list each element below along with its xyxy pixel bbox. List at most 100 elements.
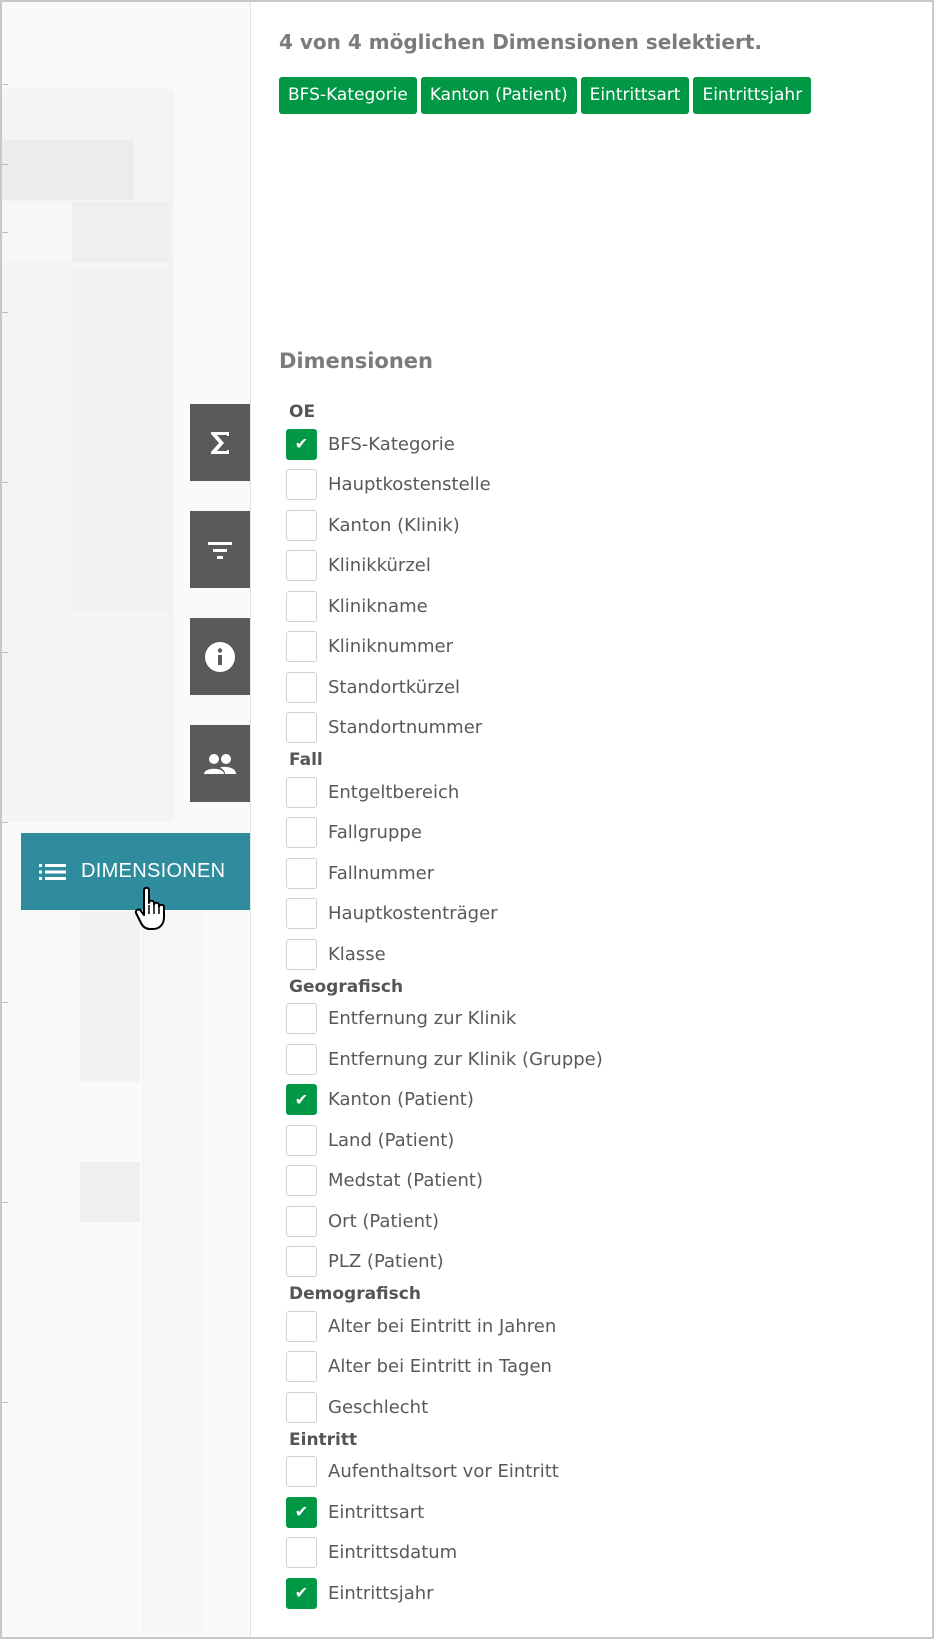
dimension-label: Entfernung zur Klinik xyxy=(328,1008,517,1030)
dimension-checkbox[interactable] xyxy=(286,590,317,622)
users-button[interactable] xyxy=(190,725,250,802)
dimension-checkbox[interactable] xyxy=(286,509,317,541)
group-heading: Geografisch xyxy=(289,976,404,997)
dimension-option[interactable]: Fallnummer xyxy=(286,853,906,894)
dimension-checkbox[interactable] xyxy=(286,857,317,889)
dimension-checkbox[interactable] xyxy=(286,1456,317,1488)
dimension-label: Fallgruppe xyxy=(328,822,422,844)
checkmark-icon: ✔ xyxy=(294,1089,309,1109)
dimension-checkbox[interactable] xyxy=(286,1205,317,1237)
dimension-checkbox[interactable] xyxy=(286,1165,317,1197)
dimension-list: OE ✔ BFS-Kategorie Hauptkostenstelle Kanton … xyxy=(286,400,906,1614)
dimension-option[interactable]: Klasse xyxy=(286,934,906,975)
dimension-label: Medstat (Patient) xyxy=(328,1170,483,1192)
dimension-label: Kanton (Klinik) xyxy=(328,514,460,536)
app-frame: DIMENSIONEN 4 von 4 möglichen Dimensione… xyxy=(0,0,934,1639)
dimension-option[interactable]: PLZ (Patient) xyxy=(286,1242,906,1283)
dimension-option[interactable]: Entgeltbereich xyxy=(286,772,906,813)
dimension-label: Geschlecht xyxy=(328,1396,429,1418)
dimension-checkbox[interactable] xyxy=(286,898,317,930)
selection-summary: 4 von 4 möglichen Dimensionen selektiert… xyxy=(279,30,762,54)
selected-chip[interactable]: Eintrittsart xyxy=(580,77,690,114)
dimension-option[interactable]: Land (Patient) xyxy=(286,1120,906,1161)
dimension-option[interactable]: Klinikkürzel xyxy=(286,546,906,587)
dimension-checkbox[interactable] xyxy=(286,1043,317,1075)
dimension-label: Kanton (Patient) xyxy=(328,1089,474,1111)
dimension-checkbox[interactable]: ✔ xyxy=(286,1084,317,1116)
dimension-label: Entgeltbereich xyxy=(328,781,460,803)
dimension-option[interactable]: ✔ Eintrittsjahr xyxy=(286,1573,906,1614)
dimension-checkbox[interactable] xyxy=(286,1310,317,1342)
dimension-option[interactable]: Kanton (Klinik) xyxy=(286,505,906,546)
dimension-checkbox[interactable] xyxy=(286,631,317,663)
dimension-checkbox[interactable] xyxy=(286,776,317,808)
dimension-option[interactable]: Entfernung zur Klinik (Gruppe) xyxy=(286,1039,906,1080)
dimension-label: Eintrittsdatum xyxy=(328,1542,458,1564)
dimension-option[interactable]: Standortnummer xyxy=(286,708,906,749)
dimension-checkbox[interactable] xyxy=(286,1351,317,1383)
dimension-checkbox[interactable] xyxy=(286,938,317,970)
dimension-checkbox[interactable] xyxy=(286,1537,317,1569)
checkmark-icon: ✔ xyxy=(294,1583,309,1603)
dimension-checkbox[interactable] xyxy=(286,469,317,501)
people-icon xyxy=(204,753,236,774)
dimension-label: Standortkürzel xyxy=(328,676,461,698)
group-heading: Fall xyxy=(289,750,323,770)
dimension-label: Alter bei Eintritt in Jahren xyxy=(328,1315,557,1337)
info-button[interactable] xyxy=(190,618,250,695)
dimension-label: Eintrittsjahr xyxy=(328,1582,434,1604)
selected-chip[interactable]: Kanton (Patient) xyxy=(420,77,577,114)
dimension-option[interactable]: Entfernung zur Klinik xyxy=(286,999,906,1040)
dimension-label: PLZ (Patient) xyxy=(328,1251,444,1273)
filter-button[interactable] xyxy=(190,511,250,588)
dimension-option[interactable]: Alter bei Eintritt in Tagen xyxy=(286,1347,906,1388)
sigma-icon xyxy=(211,431,229,454)
dimension-checkbox[interactable] xyxy=(286,1003,317,1035)
measures-button[interactable] xyxy=(190,404,250,481)
dimension-option[interactable]: ✔ Kanton (Patient) xyxy=(286,1080,906,1121)
selected-chip[interactable]: BFS-Kategorie xyxy=(279,77,417,114)
dimension-checkbox[interactable] xyxy=(286,712,317,744)
dimension-label: Fallnummer xyxy=(328,862,435,884)
dimension-checkbox[interactable] xyxy=(286,1246,317,1278)
checkmark-icon: ✔ xyxy=(294,434,309,454)
section-title: Dimensionen xyxy=(279,349,433,373)
dimension-checkbox[interactable]: ✔ xyxy=(286,1577,317,1609)
dimension-option[interactable]: Standortkürzel xyxy=(286,667,906,708)
group-heading: OE xyxy=(289,402,316,422)
dimension-label: Klasse xyxy=(328,943,386,965)
dimension-label: Land (Patient) xyxy=(328,1129,455,1151)
background-content xyxy=(2,2,250,1637)
dimension-label: Kliniknummer xyxy=(328,636,453,658)
dimension-option[interactable]: Ort (Patient) xyxy=(286,1201,906,1242)
dimension-checkbox[interactable] xyxy=(286,817,317,849)
dimension-option[interactable]: Fallgruppe xyxy=(286,813,906,854)
dimension-option[interactable]: Hauptkostenstelle xyxy=(286,465,906,506)
checkmark-icon: ✔ xyxy=(294,1502,309,1522)
selected-chip[interactable]: Eintrittsjahr xyxy=(693,77,812,114)
list-icon xyxy=(39,862,67,882)
dimension-option[interactable]: Eintrittsdatum xyxy=(286,1533,906,1574)
dimension-label: Hauptkostenstelle xyxy=(328,474,491,496)
dimension-checkbox[interactable] xyxy=(286,671,317,703)
dimension-checkbox[interactable] xyxy=(286,1124,317,1156)
filter-icon xyxy=(208,541,232,559)
dimension-option[interactable]: Kliniknummer xyxy=(286,627,906,668)
dimension-option[interactable]: Hauptkostenträger xyxy=(286,894,906,935)
dimension-option[interactable]: Aufenthaltsort vor Eintritt xyxy=(286,1452,906,1493)
hand-cursor-icon xyxy=(134,886,165,930)
dimension-option[interactable]: Geschlecht xyxy=(286,1387,906,1428)
group-heading: Demografisch xyxy=(289,1284,421,1304)
dimension-option[interactable]: Medstat (Patient) xyxy=(286,1161,906,1202)
dimension-checkbox[interactable] xyxy=(286,1391,317,1423)
dimension-option[interactable]: ✔ Eintrittsart xyxy=(286,1492,906,1533)
dimension-option[interactable]: Klinikname xyxy=(286,586,906,627)
background-card xyxy=(2,90,170,820)
dimension-checkbox[interactable] xyxy=(286,550,317,582)
dimension-checkbox[interactable]: ✔ xyxy=(286,428,317,460)
dimension-checkbox[interactable]: ✔ xyxy=(286,1496,317,1528)
dimension-label: BFS-Kategorie xyxy=(328,433,455,455)
dimension-label: Alter bei Eintritt in Tagen xyxy=(328,1356,552,1378)
dimension-option[interactable]: ✔ BFS-Kategorie xyxy=(286,424,906,465)
dimension-option[interactable]: Alter bei Eintritt in Jahren xyxy=(286,1306,906,1347)
